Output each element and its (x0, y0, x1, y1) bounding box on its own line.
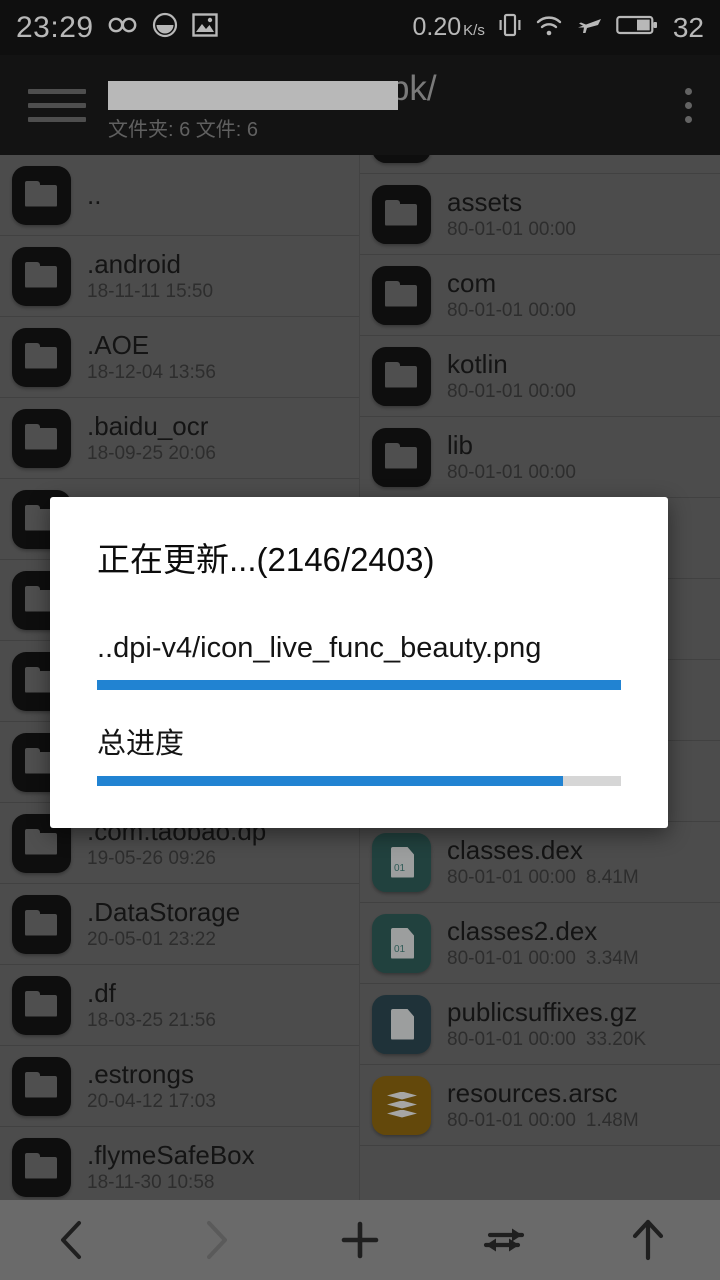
forward-button[interactable] (144, 1218, 288, 1262)
dialog-total-label: 总进度 (97, 728, 185, 760)
new-button[interactable] (288, 1218, 432, 1262)
swap-button[interactable] (432, 1220, 576, 1260)
total-progress-bar (97, 776, 621, 786)
dialog-title: 正在更新...(2146/2403) (97, 541, 435, 578)
file-manager-screen: 23:29 0.20 K/s 32 apk/ 文件夹: 6 文件: 6 .. .… (0, 0, 720, 1280)
bottom-nav-bar (0, 1200, 720, 1280)
progress-dialog: 正在更新...(2146/2403) ..dpi-v4/icon_live_fu… (50, 497, 668, 828)
back-button[interactable] (0, 1218, 144, 1262)
up-button[interactable] (576, 1217, 720, 1263)
file-progress-bar (97, 680, 621, 690)
dialog-current-file: ..dpi-v4/icon_live_func_beauty.png (97, 632, 542, 664)
